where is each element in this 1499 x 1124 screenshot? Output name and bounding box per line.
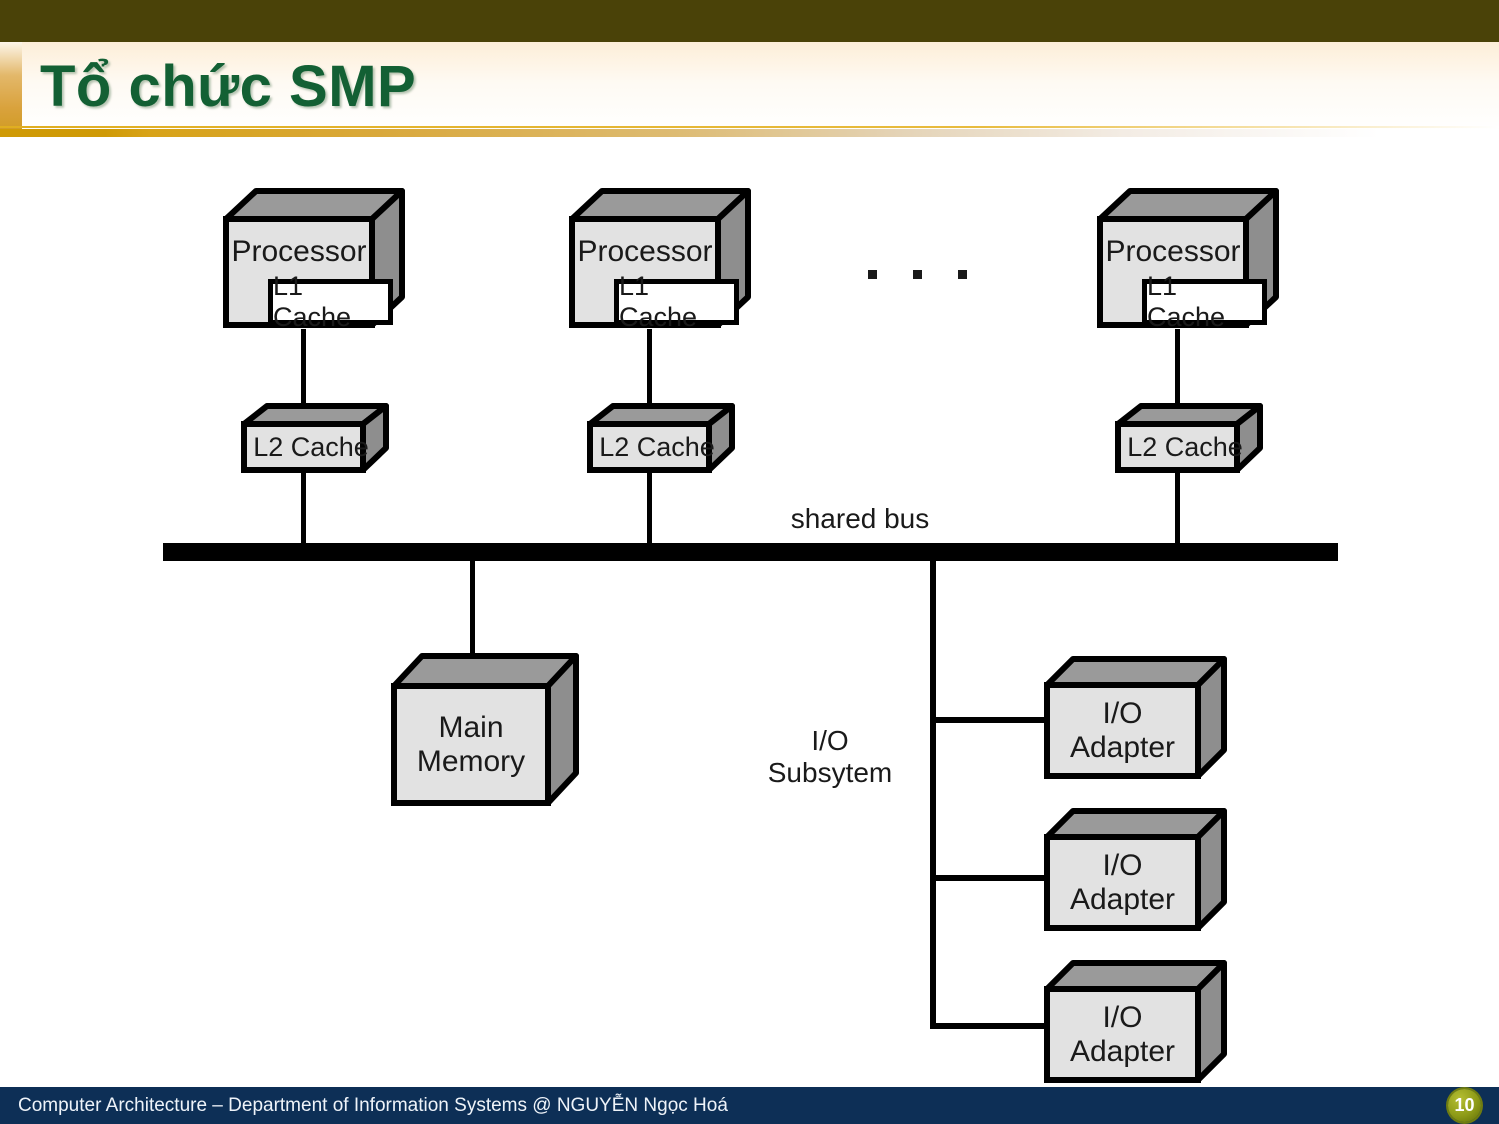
shared-bus-label: shared bus — [790, 503, 930, 534]
io-adapter-2-shape — [1044, 808, 1227, 931]
header-top-bar — [0, 0, 1499, 42]
io-adapter-1-shape — [1044, 656, 1227, 779]
io-adapter-1-branch-wire — [930, 717, 1055, 723]
l2-cache-3-shape — [1115, 403, 1263, 473]
io-adapter-1: I/O Adapter — [1043, 655, 1228, 780]
footer-text: Computer Architecture – Department of In… — [18, 1095, 728, 1116]
processor-1: Processor L1 Cache — [222, 187, 406, 332]
processor-3-l1-cache-box: L1 Cache — [1142, 271, 1267, 332]
page-number-badge: 10 — [1448, 1089, 1481, 1122]
main-memory: Main Memory — [390, 652, 580, 807]
processor-1-l1-cache-box: L1 Cache — [268, 271, 393, 332]
processor-1-to-l2-wire — [301, 329, 306, 409]
io-adapter-3-branch-wire — [930, 1023, 1055, 1029]
slide-footer: Computer Architecture – Department of In… — [0, 1087, 1499, 1124]
header-left-accent-strip — [0, 42, 22, 137]
processor-3-to-l2-wire — [1175, 329, 1180, 409]
io-subsystem-label: I/O Subsytem — [767, 725, 893, 789]
bus-to-io-subsystem-wire — [930, 560, 936, 1029]
processor-3-l1-cache-label: L1 Cache — [1147, 271, 1226, 332]
l2-cache-3: L2 Cache — [1114, 402, 1264, 474]
l2-cache-2-shape — [587, 403, 735, 473]
processor-3: Processor L1 Cache — [1096, 187, 1280, 332]
page-title: Tổ chức SMP — [40, 54, 417, 119]
processor-2-l1-cache-box: L1 Cache — [614, 271, 739, 332]
ellipsis-dot-3 — [958, 270, 967, 279]
io-adapter-3: I/O Adapter — [1043, 959, 1228, 1084]
page-number: 10 — [1454, 1095, 1475, 1115]
l2-cache-3-to-bus-wire — [1175, 470, 1180, 546]
header-gold-rule — [0, 129, 1499, 137]
processor-1-l1-cache-label: L1 Cache — [273, 271, 352, 332]
main-memory-shape — [391, 653, 579, 806]
bus-to-main-memory-wire — [470, 560, 475, 660]
l2-cache-1-to-bus-wire — [301, 470, 306, 546]
processor-2-to-l2-wire — [647, 329, 652, 409]
header-hairline — [0, 126, 1499, 128]
l2-cache-2: L2 Cache — [586, 402, 736, 474]
io-adapter-3-shape — [1044, 960, 1227, 1083]
l2-cache-2-to-bus-wire — [647, 470, 652, 546]
processor-2: Processor L1 Cache — [568, 187, 752, 332]
ellipsis-dot-2 — [913, 270, 922, 279]
l2-cache-1: L2 Cache — [240, 402, 390, 474]
processor-2-l1-cache-label: L1 Cache — [619, 271, 698, 332]
slide-header: Tổ chức SMP — [0, 0, 1499, 137]
ellipsis-dot-1 — [868, 270, 877, 279]
shared-bus — [163, 543, 1338, 561]
io-adapter-2: I/O Adapter — [1043, 807, 1228, 932]
smp-organization-diagram: Processor L1 Cache L2 Cache Processor L1… — [0, 137, 1499, 1087]
l2-cache-1-shape — [241, 403, 389, 473]
io-adapter-2-branch-wire — [930, 875, 1055, 881]
